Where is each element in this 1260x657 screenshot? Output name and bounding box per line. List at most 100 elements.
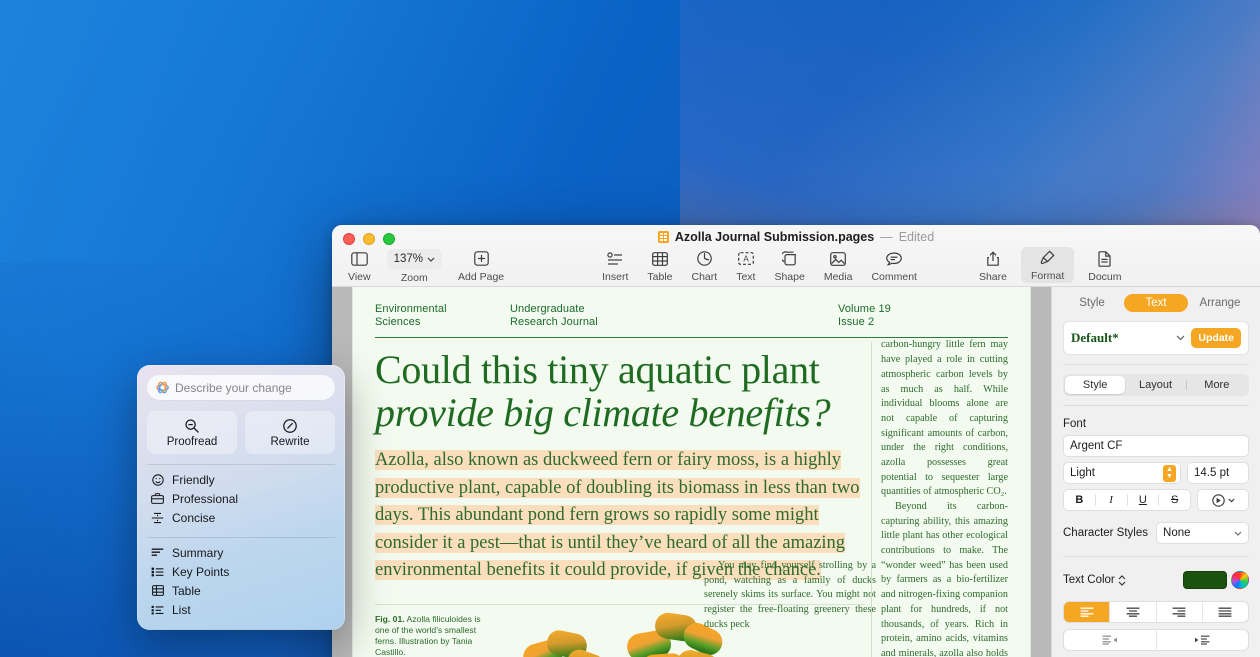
align-center-button[interactable] [1110, 602, 1157, 622]
paragraph-alignment-group [1063, 601, 1249, 623]
font-size-field[interactable]: 14.5 pt [1187, 462, 1249, 484]
text-color-label: Text Color [1063, 574, 1115, 586]
right-column-paragraph-1: carbon-hungry little fern may have playe… [881, 339, 1008, 498]
menu-item-key-points[interactable]: Key Points [137, 562, 345, 581]
headline-line-2: provide big climate benefits? [375, 389, 831, 435]
menu-item-concise[interactable]: Concise [137, 508, 345, 527]
shape-label: Shape [774, 271, 805, 283]
font-weight-stepper[interactable]: ▲ ▼ [1163, 464, 1176, 482]
font-family-field[interactable]: Argent CF [1063, 435, 1249, 457]
column-divider-rule [871, 342, 872, 657]
subtab-style[interactable]: Style [1065, 376, 1126, 394]
journal-subject-line2: Sciences [375, 315, 421, 328]
summary-icon [151, 548, 164, 557]
chevron-down-icon[interactable] [1176, 335, 1185, 341]
zoom-control[interactable]: 137% Zoom [386, 247, 442, 286]
text-color-swatch[interactable] [1183, 571, 1227, 589]
document-canvas[interactable]: Environmental Sciences Undergraduate Res… [332, 287, 1051, 657]
document-middle-column-text[interactable]: You may find yourself strolling by a pon… [704, 559, 876, 632]
middle-column-paragraph: You may find yourself strolling by a pon… [704, 560, 876, 630]
comment-button[interactable]: Comment [871, 247, 917, 285]
subtab-layout[interactable]: Layout [1125, 376, 1185, 394]
view-button[interactable]: View [348, 247, 371, 285]
document-main-column: Could this tiny aquatic plant provide bi… [375, 338, 876, 657]
font-options-button[interactable] [1197, 489, 1249, 511]
zoom-value-pill[interactable]: 137% [386, 249, 442, 269]
indent-icon [1195, 635, 1210, 645]
writing-tools-divider-3 [147, 629, 335, 630]
rewrite-button[interactable]: Rewrite [245, 411, 335, 454]
media-label: Media [823, 271, 853, 283]
align-left-icon [1080, 607, 1094, 617]
color-wheel-icon[interactable] [1231, 571, 1249, 589]
tab-text[interactable]: Text [1124, 293, 1188, 312]
tab-arrange[interactable]: Arrange [1188, 294, 1252, 312]
proofread-magnifier-icon [184, 418, 200, 434]
paragraph-indent-group [1063, 629, 1249, 651]
font-section-label: Font [1063, 418, 1087, 430]
character-styles-select[interactable]: None [1156, 522, 1249, 544]
document-icon [1098, 249, 1111, 268]
chevron-down-icon [427, 257, 435, 262]
add-page-icon [473, 249, 489, 268]
list-icon [151, 605, 164, 615]
document-body: Could this tiny aquatic plant provide bi… [375, 338, 1008, 657]
writing-tools-divider-1 [147, 464, 335, 465]
tone-options-list: Friendly Professional Concise [137, 470, 345, 527]
strikethrough-button[interactable]: S [1159, 490, 1190, 510]
insert-button[interactable]: Insert [602, 247, 628, 285]
document-label: Docum [1088, 271, 1122, 283]
paragraph-style-row[interactable]: Default* Update [1063, 321, 1249, 355]
share-button[interactable]: Share [979, 247, 1007, 285]
indent-button[interactable] [1157, 630, 1249, 650]
view-label: View [348, 271, 371, 283]
subtab-more[interactable]: More [1187, 376, 1247, 394]
chart-button[interactable]: Chart [692, 247, 717, 285]
bold-button[interactable]: B [1064, 490, 1095, 510]
add-page-button[interactable]: Add Page [458, 247, 504, 285]
writing-tools-actions: Proofread Rewrite [147, 411, 335, 454]
document-right-column[interactable]: carbon-hungry little fern may have playe… [871, 338, 1008, 657]
underline-button[interactable]: U [1128, 490, 1159, 510]
insert-label: Insert [602, 271, 629, 283]
media-button[interactable]: Media [823, 247, 853, 285]
table-button[interactable]: Table [647, 247, 673, 285]
menu-item-friendly[interactable]: Friendly [137, 470, 345, 489]
menu-item-professional[interactable]: Professional [137, 489, 345, 508]
document-page[interactable]: Environmental Sciences Undergraduate Res… [352, 287, 1031, 657]
menu-item-table[interactable]: Table [137, 581, 345, 600]
text-button[interactable]: A Text [736, 247, 755, 285]
professional-label: Professional [172, 491, 239, 506]
text-color-row: Text Color [1063, 571, 1249, 589]
writing-tools-popover[interactable]: Describe your change Proofread Rewrite F… [137, 365, 345, 630]
document-button[interactable]: Docum [1088, 247, 1122, 285]
briefcase-icon [151, 493, 164, 504]
table-label: Table [172, 583, 201, 598]
update-style-button[interactable]: Update [1191, 328, 1241, 348]
journal-header-col1: Environmental Sciences [375, 303, 510, 329]
character-styles-row: Character Styles None [1063, 522, 1249, 544]
table-icon [652, 249, 668, 268]
format-subtab-segment: Style Layout More [1063, 374, 1249, 396]
font-size-value: 14.5 pt [1194, 467, 1230, 479]
article-headline[interactable]: Could this tiny aquatic plant provide bi… [375, 349, 865, 434]
italic-button[interactable]: I [1096, 490, 1127, 510]
document-title[interactable]: Azolla Journal Submission.pages [675, 230, 874, 244]
menu-item-list[interactable]: List [137, 600, 345, 619]
align-justify-button[interactable] [1203, 602, 1248, 622]
font-weight-field[interactable]: Light ▲ ▼ [1063, 462, 1181, 484]
tab-style[interactable]: Style [1060, 294, 1124, 312]
font-weight-size-row: Light ▲ ▼ 14.5 pt [1063, 462, 1249, 484]
format-button[interactable]: Format [1020, 247, 1075, 283]
character-styles-value: None [1163, 527, 1191, 539]
table-label: Table [647, 271, 673, 283]
menu-item-summary[interactable]: Summary [137, 543, 345, 562]
align-left-button[interactable] [1064, 602, 1111, 622]
text-color-label-group[interactable]: Text Color [1063, 574, 1126, 586]
align-right-button[interactable] [1157, 602, 1203, 622]
describe-change-input[interactable]: Describe your change [147, 375, 335, 400]
proofread-button[interactable]: Proofread [147, 411, 237, 454]
paragraph-style-name: Default* [1071, 330, 1119, 345]
outdent-button[interactable] [1064, 630, 1157, 650]
shape-button[interactable]: Shape [774, 247, 805, 285]
